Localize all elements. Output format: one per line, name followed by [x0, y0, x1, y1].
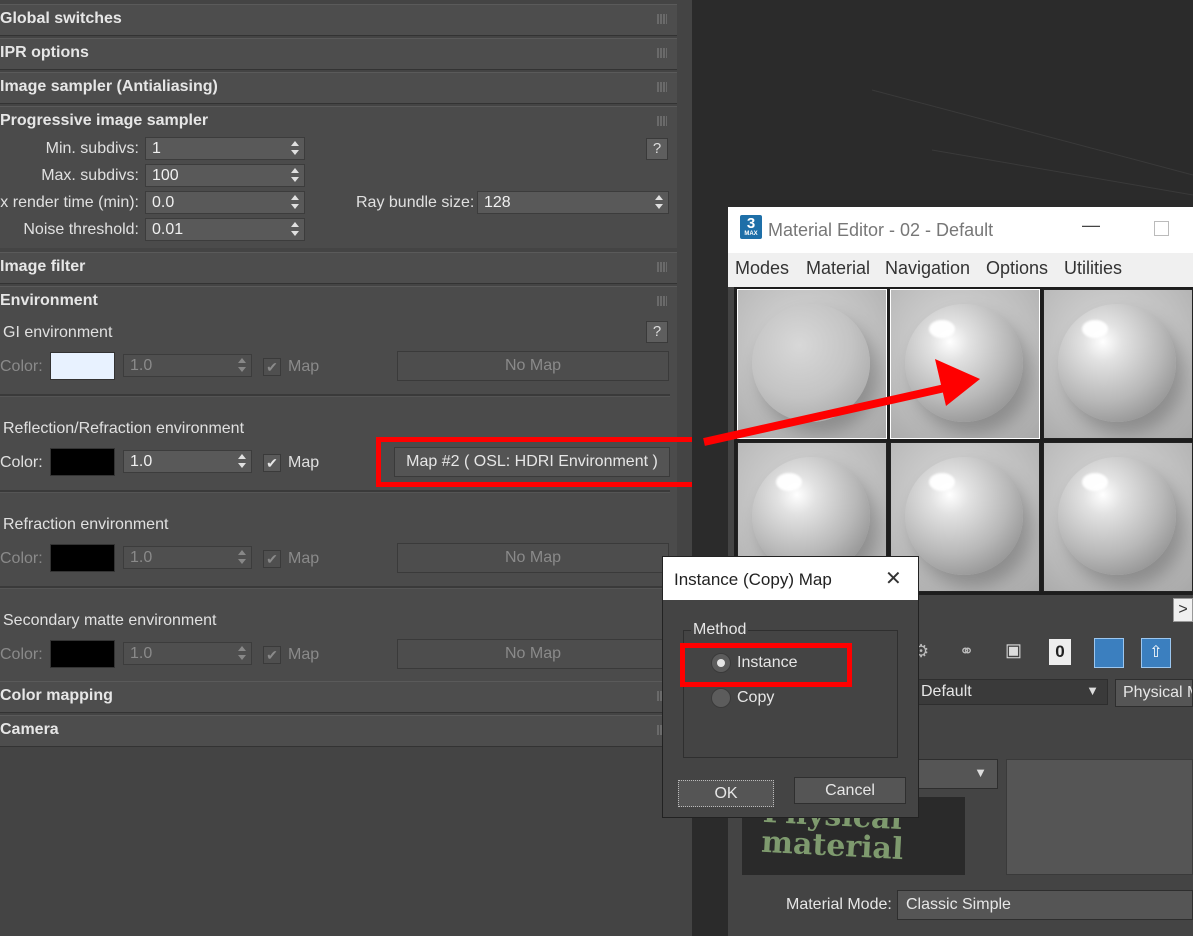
copy-label[interactable]: Copy: [737, 689, 774, 707]
copy-radio[interactable]: [711, 688, 731, 708]
instance-copy-dialog: Instance (Copy) Map ✕ Method Instance Co…: [662, 556, 919, 818]
cancel-button[interactable]: Cancel: [794, 777, 906, 804]
method-group-label: Method: [691, 621, 749, 639]
annotation-arrow: [703, 359, 980, 446]
close-icon[interactable]: ✕: [885, 566, 902, 591]
ok-button[interactable]: OK: [678, 780, 774, 807]
dialog-titlebar[interactable]: Instance (Copy) Map ✕: [663, 557, 918, 600]
highlight-box: [680, 643, 852, 687]
dialog-title: Instance (Copy) Map: [674, 570, 832, 589]
